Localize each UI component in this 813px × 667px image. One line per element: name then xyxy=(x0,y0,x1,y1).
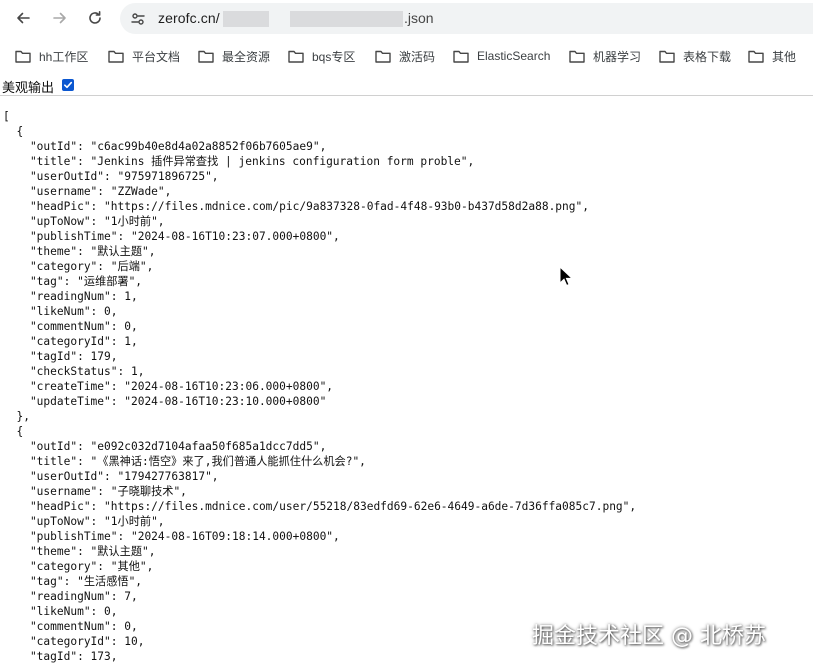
json-line: "theme": "默认主题", xyxy=(3,545,156,558)
json-line: "publishTime": "2024-08-16T09:18:14.000+… xyxy=(3,530,340,543)
json-line: "categoryId": 1, xyxy=(3,335,138,348)
json-line: "likeNum": 0, xyxy=(3,605,118,618)
json-line: "readingNum": 1, xyxy=(3,290,138,303)
json-line: "tag": "生活感悟", xyxy=(3,575,143,588)
bookmark-label: 机器学习 xyxy=(593,49,642,64)
browser-toolbar: zerofc.cn/ .json xyxy=(0,0,813,38)
forward-button[interactable] xyxy=(46,4,74,32)
url-host-text: zerofc.cn/ xyxy=(158,10,220,26)
folder-icon xyxy=(108,50,124,63)
url-redacted-segment xyxy=(290,11,403,27)
bookmark-folder-hh-workspace[interactable]: hh工作区 xyxy=(15,45,88,67)
bookmark-label: ElasticSearch xyxy=(477,49,551,63)
json-line: "readingNum": 7, xyxy=(3,590,138,603)
json-line: "tag": "运维部署", xyxy=(3,275,143,288)
folder-icon xyxy=(569,50,585,63)
folder-icon xyxy=(198,50,214,63)
pretty-print-checkbox[interactable] xyxy=(62,79,74,91)
bookmark-label: 激活码 xyxy=(399,49,436,64)
site-info-icon xyxy=(130,12,145,25)
json-line: { xyxy=(3,125,24,138)
json-line: "userOutId": "975971896725", xyxy=(3,170,219,183)
bookmark-folder-bqs[interactable]: bqs专区 xyxy=(288,45,355,67)
json-line: "title": "《黑神话:悟空》来了,我们普通人能抓住什么机会?", xyxy=(3,455,366,468)
json-line: { xyxy=(3,425,24,438)
json-line: "categoryId": 10, xyxy=(3,635,145,648)
bookmark-label: 平台文档 xyxy=(132,49,181,64)
folder-icon xyxy=(15,50,31,63)
bookmark-folder-resources[interactable]: 最全资源 xyxy=(198,45,270,67)
folder-icon xyxy=(288,50,304,63)
json-line: "outId": "e092c032d7104afaa50f685a1dcc7d… xyxy=(3,440,327,453)
bookmark-folder-other[interactable]: 其他 xyxy=(748,45,796,67)
back-button[interactable] xyxy=(9,4,37,32)
json-line: "updateTime": "2024-08-16T10:23:10.000+0… xyxy=(3,395,327,408)
json-viewer-header: 美观输出 xyxy=(0,74,813,96)
json-line: "username": "子晓聊技术", xyxy=(3,485,187,498)
json-line: "upToNow": "1小时前", xyxy=(3,515,165,528)
url-suffix-text: .json xyxy=(404,10,434,26)
bookmark-folder-spreadsheet-downloads[interactable]: 表格下载 xyxy=(659,45,731,67)
json-line: "publishTime": "2024-08-16T10:23:07.000+… xyxy=(3,230,340,243)
json-line: "title": "Jenkins 插件异常查找 | jenkins confi… xyxy=(3,155,475,168)
json-line: "username": "ZZWade", xyxy=(3,185,172,198)
folder-icon xyxy=(375,50,391,63)
json-line: "commentNum": 0, xyxy=(3,620,138,633)
json-line: "checkStatus": 1, xyxy=(3,365,145,378)
folder-icon xyxy=(659,50,675,63)
json-line: "commentNum": 0, xyxy=(3,320,138,333)
site-info-button[interactable] xyxy=(126,7,149,30)
bookmark-folder-machine-learning[interactable]: 机器学习 xyxy=(569,45,641,67)
json-line: "likeNum": 0, xyxy=(3,305,118,318)
mouse-pointer-icon xyxy=(559,266,572,287)
json-line: [ xyxy=(3,110,10,123)
bookmark-label: 最全资源 xyxy=(222,49,271,64)
json-line: "tagId": 173, xyxy=(3,650,118,663)
folder-icon xyxy=(748,50,764,63)
json-content: [ { "outId": "c6ac99b40e8d4a02a8852f06b7… xyxy=(0,106,813,667)
reload-icon xyxy=(89,11,101,24)
json-line: "upToNow": "1小时前", xyxy=(3,215,165,228)
bookmark-folder-activation-codes[interactable]: 激活码 xyxy=(375,45,435,67)
json-line: "outId": "c6ac99b40e8d4a02a8852f06b7605a… xyxy=(3,140,327,153)
checkmark-icon xyxy=(64,81,73,89)
bookmark-label: hh工作区 xyxy=(39,49,89,64)
json-line: "category": "后端", xyxy=(3,260,154,273)
json-line: }, xyxy=(3,410,30,423)
bookmark-folder-platform-docs[interactable]: 平台文档 xyxy=(108,45,180,67)
json-line: "userOutId": "179427763817", xyxy=(3,470,219,483)
bookmark-label: bqs专区 xyxy=(312,49,356,64)
json-line: "theme": "默认主题", xyxy=(3,245,156,258)
json-line: "tagId": 179, xyxy=(3,350,118,363)
watermark: 掘金技术社区 @ 北桥苏 xyxy=(532,624,766,649)
json-line: "createTime": "2024-08-16T10:23:06.000+0… xyxy=(3,380,334,393)
json-line: "category": "其他", xyxy=(3,560,154,573)
reload-button[interactable] xyxy=(81,4,109,32)
json-line: "headPic": "https://files.mdnice.com/use… xyxy=(3,500,637,513)
bookmark-folder-elasticsearch[interactable]: ElasticSearch xyxy=(453,45,550,67)
address-bar[interactable]: zerofc.cn/ .json xyxy=(120,3,813,34)
back-arrow-icon xyxy=(17,12,30,24)
url-redacted-segment xyxy=(223,11,269,27)
bookmark-label: 其他 xyxy=(772,49,797,64)
forward-arrow-icon xyxy=(53,12,66,24)
bookmarks-bar: hh工作区 平台文档 最全资源 bqs专区 激活码 ElasticSearch … xyxy=(0,38,813,73)
pretty-print-label: 美观输出 xyxy=(2,80,55,95)
bookmark-label: 表格下载 xyxy=(683,49,732,64)
json-line: "headPic": "https://files.mdnice.com/pic… xyxy=(3,200,589,213)
folder-icon xyxy=(453,50,469,63)
